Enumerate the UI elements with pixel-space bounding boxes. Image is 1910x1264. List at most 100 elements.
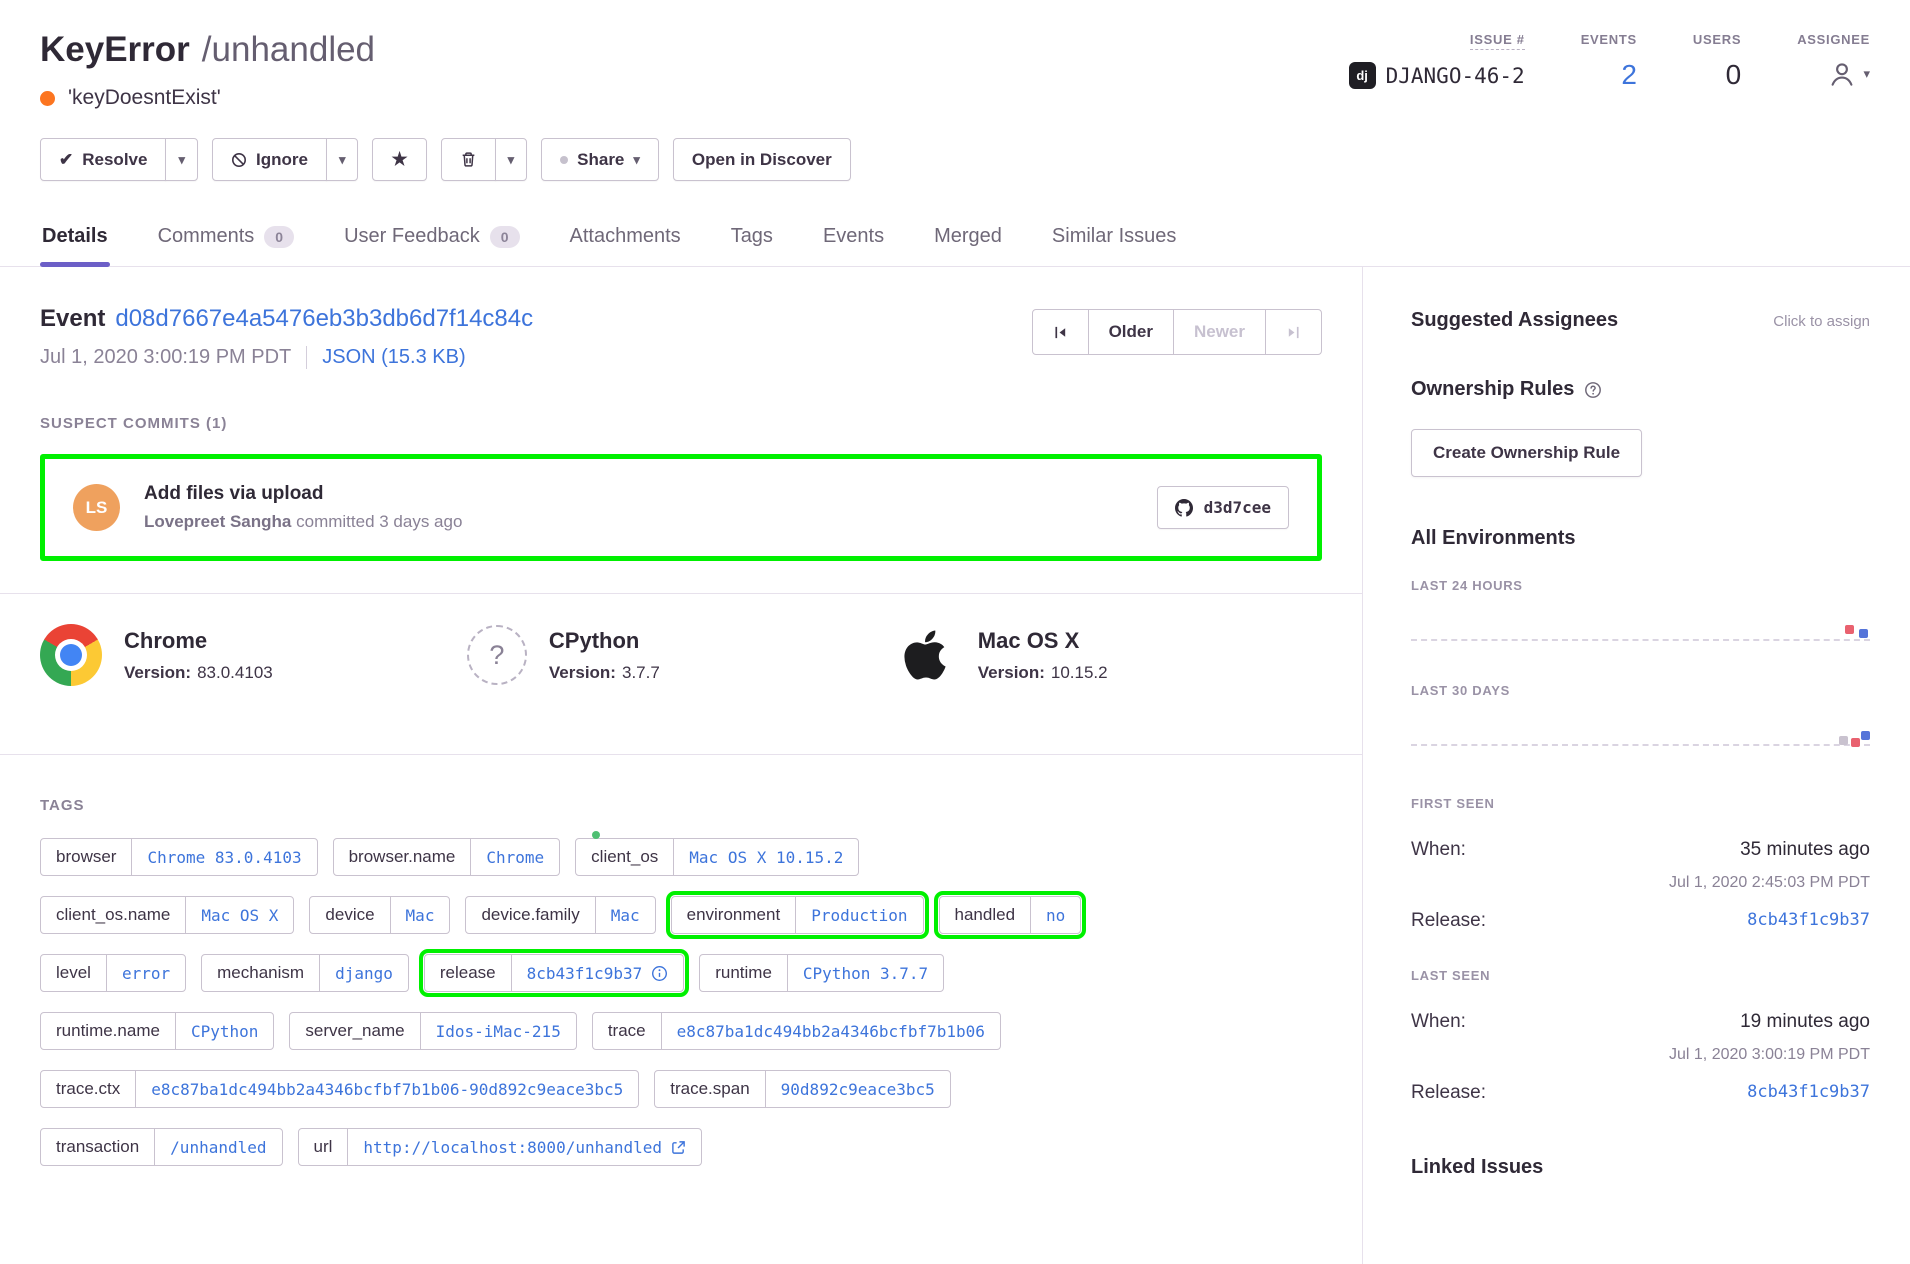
commit-meta: Lovepreet Sangha committed 3 days ago — [144, 512, 1133, 532]
stat-users: USERS 0 — [1693, 32, 1741, 91]
issue-number-label: ISSUE # — [1470, 32, 1525, 50]
context-version: Version:10.15.2 — [978, 663, 1108, 683]
suspect-commit-row: LS Add files via upload Lovepreet Sangha… — [40, 454, 1322, 561]
issue-short-id[interactable]: dj DJANGO-46-2 — [1349, 62, 1525, 89]
commit-author: Lovepreet Sangha — [144, 512, 291, 531]
resolve-dropdown-button[interactable]: ▾ — [165, 138, 198, 181]
sparkline-30d — [1411, 698, 1870, 776]
tab-user-feedback[interactable]: User Feedback0 — [342, 213, 521, 266]
ignore-dropdown-button[interactable]: ▾ — [326, 138, 359, 181]
tag-pill-device[interactable]: deviceMac — [309, 896, 450, 934]
delete-button[interactable] — [441, 138, 496, 181]
tab-attachments[interactable]: Attachments — [568, 213, 683, 266]
tag-pill-browser[interactable]: browserChrome 83.0.4103 — [40, 838, 318, 876]
stat-events: EVENTS 2 — [1581, 32, 1637, 91]
author-avatar: LS — [73, 484, 120, 531]
tag-pill-trace-ctx[interactable]: trace.ctxe8c87ba1dc494bb2a4346bcfbf7b1b0… — [40, 1070, 639, 1108]
issue-message-row: 'keyDoesntExist' — [40, 86, 375, 110]
issue-title-block: KeyError /unhandled 'keyDoesntExist' — [40, 30, 375, 110]
github-icon — [1175, 499, 1193, 517]
info-icon[interactable] — [651, 965, 668, 982]
tag-pill-runtime-name[interactable]: runtime.nameCPython — [40, 1012, 274, 1050]
context-os: Mac OS X Version:10.15.2 — [894, 624, 1321, 686]
users-label: USERS — [1693, 32, 1741, 47]
django-project-icon: dj — [1349, 62, 1376, 89]
issue-stats: ISSUE # dj DJANGO-46-2 EVENTS 2 USERS 0 … — [1349, 30, 1870, 91]
tag-pill-runtime[interactable]: runtimeCPython 3.7.7 — [699, 954, 944, 992]
first-event-button[interactable] — [1032, 309, 1089, 355]
first-seen-release-row: Release: 8cb43f1c9b37 — [1411, 910, 1870, 932]
users-count[interactable]: 0 — [1726, 59, 1742, 91]
assignee-label: ASSIGNEE — [1797, 32, 1870, 47]
ignore-button-group: Ignore ▾ — [212, 138, 358, 181]
sparkline-baseline — [1411, 744, 1870, 746]
all-environments-title: All Environments — [1411, 527, 1870, 550]
tab-merged[interactable]: Merged — [932, 213, 1004, 266]
chevron-down-icon: ▾ — [178, 152, 185, 168]
ignore-button[interactable]: Ignore — [212, 138, 327, 181]
last-event-button[interactable] — [1265, 309, 1322, 355]
commit-sha: d3d7cee — [1204, 498, 1271, 517]
issue-tab-bar: Details Comments0 User Feedback0 Attachm… — [0, 213, 1910, 267]
suspect-commits-heading: SUSPECT COMMITS (1) — [40, 415, 1322, 432]
issue-culprit-path: /unhandled — [202, 30, 375, 70]
unknown-runtime-icon: ? — [467, 625, 527, 685]
first-seen-ago: 35 minutes ago — [1740, 839, 1870, 861]
tag-pill-handled[interactable]: handledno — [939, 896, 1082, 934]
tab-details[interactable]: Details — [40, 213, 110, 266]
tag-pill-device-family[interactable]: device.familyMac — [465, 896, 655, 934]
feedback-count-badge: 0 — [490, 226, 520, 248]
older-event-button[interactable]: Older — [1088, 309, 1174, 355]
tab-events[interactable]: Events — [821, 213, 886, 266]
tag-pill-client-os-name[interactable]: client_os.nameMac OS X — [40, 896, 294, 934]
assignee-dropdown[interactable]: ▾ — [1827, 59, 1870, 89]
first-seen-date: Jul 1, 2020 2:45:03 PM PDT — [1411, 874, 1870, 892]
chrome-icon — [40, 624, 102, 686]
tag-pill-trace[interactable]: tracee8c87ba1dc494bb2a4346bcfbf7b1b06 — [592, 1012, 1001, 1050]
event-meta: Jul 1, 2020 3:00:19 PM PDT JSON (15.3 KB… — [40, 346, 533, 369]
bookmark-button[interactable]: ★ — [372, 138, 426, 181]
tag-pill-trace-span[interactable]: trace.span90d892c9eace3bc5 — [654, 1070, 951, 1108]
chevron-down-icon: ▾ — [633, 152, 640, 168]
last-seen-release-link[interactable]: 8cb43f1c9b37 — [1747, 1082, 1870, 1104]
event-id-link[interactable]: d08d7667e4a5476eb3b3db6d7f14c84c — [115, 305, 533, 332]
issue-short-id-text: DJANGO-46-2 — [1386, 64, 1525, 88]
suggested-assignees-title: Suggested Assignees — [1411, 309, 1618, 332]
tag-pill-client-os[interactable]: client_osMac OS X 10.15.2 — [575, 838, 859, 876]
events-count[interactable]: 2 — [1621, 59, 1637, 91]
tag-pill-release[interactable]: release 8cb43f1c9b37 — [424, 954, 684, 992]
event-json-link[interactable]: JSON (15.3 KB) — [306, 346, 465, 369]
share-button[interactable]: Share ▾ — [541, 138, 659, 181]
tag-pill-browser-name[interactable]: browser.nameChrome — [333, 838, 561, 876]
issue-header: KeyError /unhandled 'keyDoesntExist' ISS… — [0, 0, 1910, 110]
commit-sha-button[interactable]: d3d7cee — [1157, 486, 1289, 529]
tag-pill-transaction[interactable]: transaction/unhandled — [40, 1128, 283, 1166]
chevron-down-icon: ▾ — [1863, 66, 1870, 82]
last-30-days-label: LAST 30 DAYS — [1411, 683, 1870, 698]
page-title: KeyError /unhandled — [40, 30, 375, 70]
tag-pill-mechanism[interactable]: mechanismdjango — [201, 954, 409, 992]
tag-pill-level[interactable]: levelerror — [40, 954, 186, 992]
resolve-button[interactable]: ✔ Resolve — [40, 138, 166, 181]
tag-pill-url[interactable]: url http://localhost:8000/unhandled — [298, 1128, 703, 1166]
delete-dropdown-button[interactable]: ▾ — [495, 138, 528, 181]
event-pagination: Older Newer — [1032, 309, 1322, 355]
create-ownership-rule-button[interactable]: Create Ownership Rule — [1411, 429, 1642, 477]
last-seen-release-row: Release: 8cb43f1c9b37 — [1411, 1082, 1870, 1104]
external-link-icon[interactable] — [671, 1140, 686, 1155]
tab-tags[interactable]: Tags — [729, 213, 775, 266]
help-icon[interactable] — [1584, 381, 1602, 399]
event-timestamp: Jul 1, 2020 3:00:19 PM PDT — [40, 346, 291, 369]
event-title: Eventd08d7667e4a5476eb3b3db6d7f14c84c — [40, 305, 533, 333]
tab-similar-issues[interactable]: Similar Issues — [1050, 213, 1178, 266]
tag-pill-environment[interactable]: environmentProduction — [671, 896, 924, 934]
first-seen-release-link[interactable]: 8cb43f1c9b37 — [1747, 910, 1870, 932]
newer-event-button[interactable]: Newer — [1173, 309, 1266, 355]
open-in-discover-button[interactable]: Open in Discover — [673, 138, 851, 181]
linked-issues-title: Linked Issues — [1411, 1156, 1870, 1179]
tab-comments[interactable]: Comments0 — [156, 213, 297, 266]
tag-pill-server-name[interactable]: server_nameIdos-iMac-215 — [289, 1012, 576, 1050]
event-contexts: Chrome Version:83.0.4103 ? CPython Versi… — [40, 594, 1322, 722]
tags-heading: TAGS — [40, 797, 1322, 814]
delete-button-group: ▾ — [441, 138, 528, 181]
